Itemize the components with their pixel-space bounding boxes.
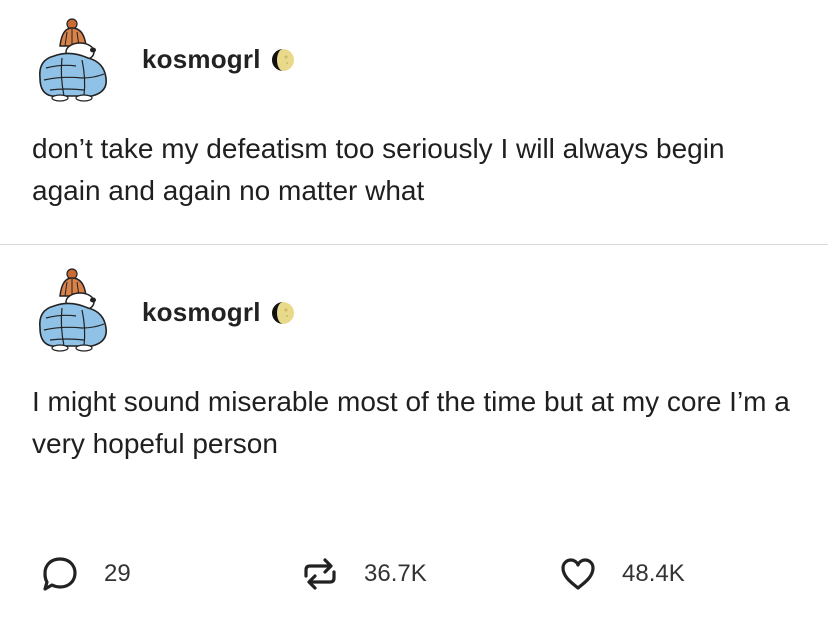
- reblog-arrows-icon[interactable]: [300, 554, 340, 594]
- post-body-text: I might sound miserable most of the time…: [32, 386, 790, 459]
- avatar-snoopy-icon[interactable]: [32, 266, 118, 352]
- username-link[interactable]: kosmogrl: [142, 44, 261, 75]
- moon-phase-icon: [271, 48, 295, 72]
- like-button[interactable]: 48.4K: [558, 546, 685, 602]
- reply-button[interactable]: 29: [40, 546, 131, 602]
- post-actions-bar: 29 36.7K 48.4K: [0, 546, 828, 602]
- moon-phase-icon: [271, 301, 295, 325]
- username-link[interactable]: kosmogrl: [142, 297, 261, 328]
- speech-bubble-icon[interactable]: [40, 554, 80, 594]
- reblog-count: 36.7K: [364, 560, 427, 587]
- avatar-snoopy-icon[interactable]: [32, 16, 118, 102]
- reply-count: 29: [104, 560, 131, 587]
- heart-icon[interactable]: [558, 554, 598, 594]
- post-body-text: don’t take my defeatism too seriously I …: [32, 133, 725, 206]
- post-1: kosmogrl don’t take my defeatism too ser…: [0, 0, 828, 244]
- post-header: kosmogrl: [142, 297, 295, 328]
- like-count: 48.4K: [622, 560, 685, 587]
- reblog-button[interactable]: 36.7K: [300, 546, 427, 602]
- post-header: kosmogrl: [142, 44, 295, 75]
